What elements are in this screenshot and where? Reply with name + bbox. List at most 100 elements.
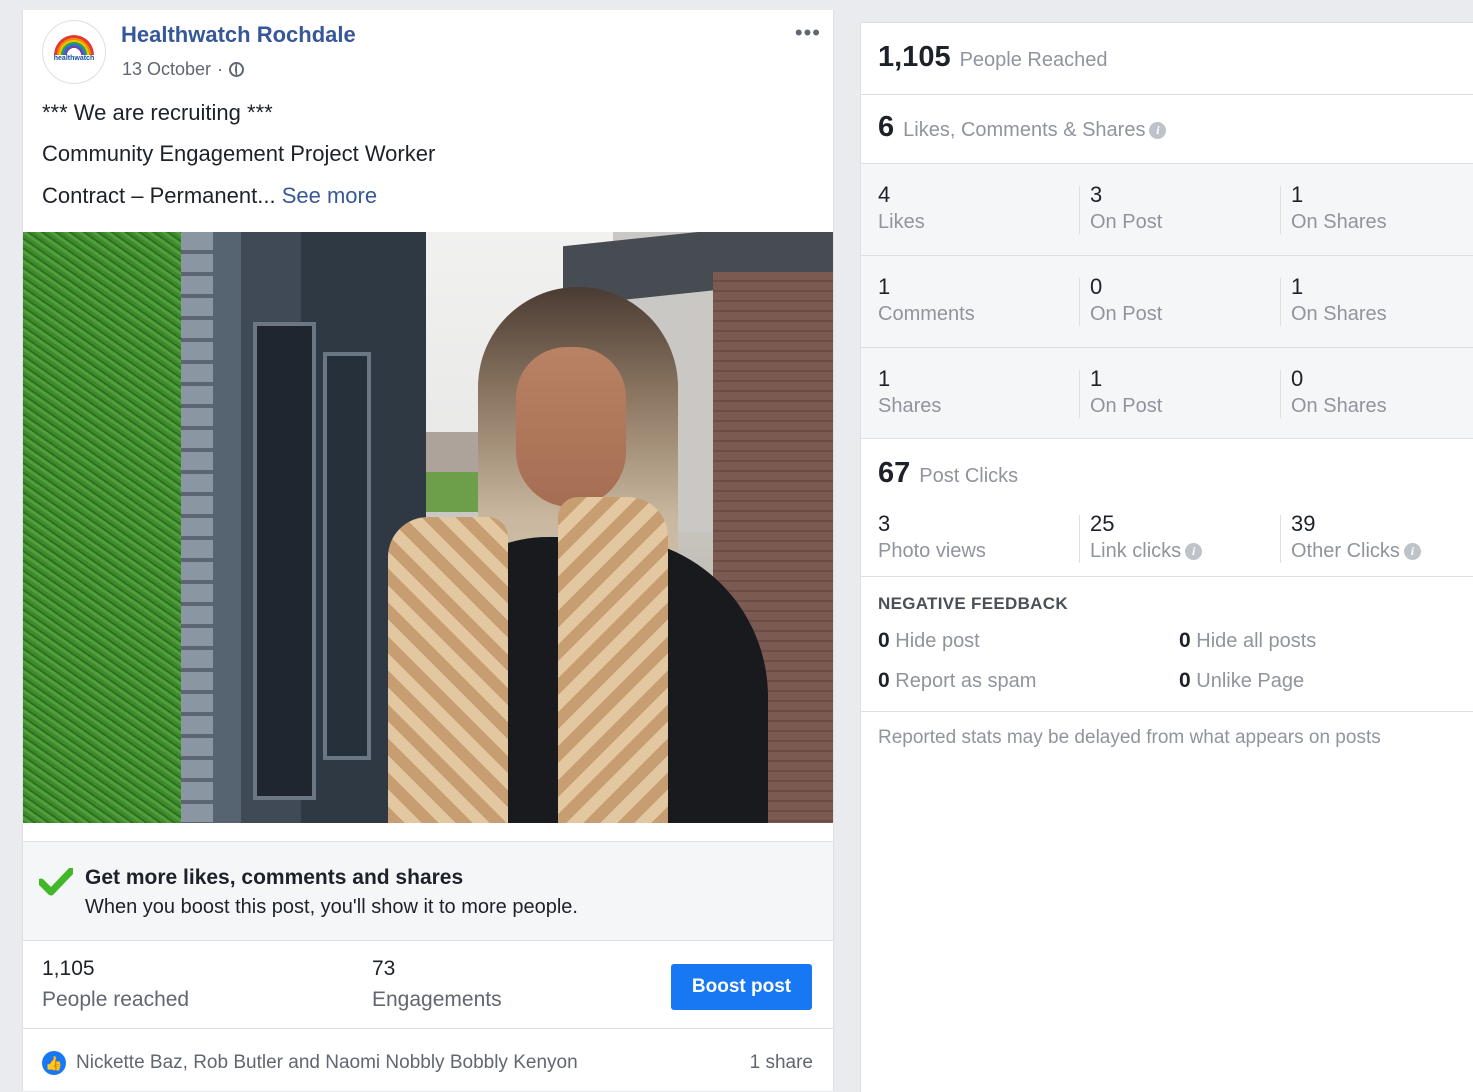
post-meta: 13 October · <box>122 59 245 80</box>
photo-face <box>516 347 626 507</box>
see-more-link[interactable]: See more <box>282 183 377 208</box>
page-avatar[interactable]: healthwatch <box>42 20 106 84</box>
post-clicks-section: 67 Post Clicks 3 Photo views 25 Link cli… <box>861 439 1473 577</box>
boost-title: Get more likes, comments and shares <box>85 866 464 889</box>
stats-disclaimer: Reported stats may be delayed from what … <box>878 727 1381 748</box>
on-post-label: On Post <box>1090 303 1163 325</box>
photo-views-value: 3 <box>878 511 891 536</box>
shares-total-cell: 1 Shares <box>878 366 941 418</box>
post-text-line: *** We are recruiting *** <box>42 100 273 125</box>
post-photo[interactable] <box>23 232 833 823</box>
info-icon[interactable]: i <box>1185 543 1203 561</box>
photo-scarf <box>558 497 668 823</box>
engagement-text: Likes, Comments & Shares <box>903 119 1146 141</box>
reactors-list[interactable]: Nickette Baz, Rob Butler and Naomi Nobbl… <box>76 1052 578 1074</box>
link-clicks-cell: 25 Link clicks i <box>1090 511 1203 563</box>
photo-views-label: Photo views <box>878 540 986 562</box>
shares-count[interactable]: 1 share <box>750 1052 813 1074</box>
post-text-line: Community Engagement Project Worker <box>42 141 436 166</box>
shares-on-post: 1 <box>1090 366 1103 391</box>
post-clicks-text: Post Clicks <box>919 465 1019 487</box>
engagement-count: 6 <box>878 111 895 143</box>
divider <box>1280 278 1281 326</box>
info-icon[interactable]: i <box>1149 122 1167 140</box>
divider <box>1079 278 1080 326</box>
people-reached-label: People reached <box>42 988 190 1011</box>
like-reaction-icon[interactable]: 👍 <box>42 1051 66 1075</box>
comments-total-cell: 1 Comments <box>878 274 975 326</box>
post-text-truncated: Contract – Permanent... <box>42 183 276 208</box>
hide-all-posts-value: 0 <box>1179 629 1191 652</box>
photo-building-trim <box>181 232 213 823</box>
info-icon[interactable]: i <box>1403 543 1421 561</box>
engagement-summary: 6 Likes, Comments & Shares i <box>861 95 1473 164</box>
photo-views-cell: 3 Photo views <box>878 511 986 563</box>
comments-post-cell: 0 On Post <box>1090 274 1162 326</box>
engagements-value: 73 <box>372 957 396 980</box>
comments-total: 1 <box>878 274 891 299</box>
link-clicks-label-wrap: Link clicks i <box>1090 540 1203 563</box>
comments-breakdown: 1 Comments 0 On Post 1 On Shares <box>861 256 1473 348</box>
shares-post-cell: 1 On Post <box>1090 366 1162 418</box>
likes-on-shares: 1 <box>1291 182 1304 207</box>
link-clicks-value: 25 <box>1090 511 1115 536</box>
boost-subtitle: When you boost this post, you'll show it… <box>85 896 578 918</box>
more-options-icon[interactable]: ••• <box>795 22 821 44</box>
engagement-headline: 6 Likes, Comments & Shares i <box>878 111 1167 144</box>
boost-post-button[interactable]: Boost post <box>671 964 812 1010</box>
other-clicks-cell: 39 Other Clicks i <box>1291 511 1421 563</box>
clicks-headline: 67 Post Clicks <box>878 457 1018 490</box>
globe-icon[interactable] <box>229 62 245 77</box>
divider <box>1280 186 1281 234</box>
hide-all-posts-stat: 0 Hide all posts <box>1179 629 1316 653</box>
likes-total-cell: 4 Likes <box>878 182 925 234</box>
divider <box>1280 370 1281 418</box>
likes-breakdown: 4 Likes 3 On Post 1 On Shares <box>861 164 1473 256</box>
shares-total: 1 <box>878 366 891 391</box>
page-name-link[interactable]: Healthwatch Rochdale <box>121 22 356 48</box>
unlike-page-stat: 0 Unlike Page <box>1179 669 1304 693</box>
post-clicks-count: 67 <box>878 457 911 489</box>
likes-label: Likes <box>878 211 925 233</box>
post-card: healthwatch Healthwatch Rochdale 13 Octo… <box>22 10 834 1091</box>
likes-post-cell: 3 On Post <box>1090 182 1162 234</box>
post-stats-row: 1,105 People reached 73 Engagements Boos… <box>23 940 833 1029</box>
engagement-text-wrap: Likes, Comments & Shares i <box>903 119 1167 142</box>
other-clicks-value: 39 <box>1291 511 1316 536</box>
on-post-label: On Post <box>1090 395 1163 417</box>
comments-shares-cell: 1 On Shares <box>1291 274 1387 326</box>
likes-shares-cell: 1 On Shares <box>1291 182 1387 234</box>
shares-on-shares: 0 <box>1291 366 1304 391</box>
insights-panel: 1,105 People Reached 6 Likes, Comments &… <box>860 22 1473 1092</box>
checkmark-icon <box>39 868 73 896</box>
shares-label: Shares <box>878 395 942 417</box>
post-date[interactable]: 13 October <box>122 59 211 80</box>
report-spam-stat: 0 Report as spam <box>878 669 1036 693</box>
other-clicks-label-wrap: Other Clicks i <box>1291 540 1421 563</box>
photo-scarf <box>388 517 508 823</box>
hide-all-posts-label: Hide all posts <box>1196 630 1317 652</box>
report-spam-label: Report as spam <box>895 670 1037 692</box>
divider <box>1079 186 1080 234</box>
reach-summary: 1,105 People Reached <box>861 23 1473 95</box>
avatar-logo-text: healthwatch <box>53 55 95 62</box>
rainbow-logo-icon <box>54 35 94 55</box>
hide-post-value: 0 <box>878 629 890 652</box>
shares-shares-cell: 0 On Shares <box>1291 366 1387 418</box>
photo-window <box>253 322 316 800</box>
boost-banner: Get more likes, comments and shares When… <box>23 841 833 941</box>
hide-post-stat: 0 Hide post <box>878 629 980 653</box>
hide-post-label: Hide post <box>895 630 980 652</box>
comments-on-shares: 1 <box>1291 274 1304 299</box>
divider <box>1079 370 1080 418</box>
photo-person <box>368 287 768 823</box>
negative-feedback-section: NEGATIVE FEEDBACK 0 Hide post 0 Hide all… <box>861 577 1473 712</box>
reach-headline: 1,105 People Reached <box>878 41 1107 74</box>
negative-feedback-title: NEGATIVE FEEDBACK <box>878 594 1068 613</box>
unlike-page-label: Unlike Page <box>1196 670 1305 692</box>
engagements-label: Engagements <box>372 988 502 1011</box>
other-clicks-label: Other Clicks <box>1291 540 1400 562</box>
people-reached-value: 1,105 <box>42 957 95 980</box>
on-shares-label: On Shares <box>1291 211 1387 233</box>
report-spam-value: 0 <box>878 669 890 692</box>
